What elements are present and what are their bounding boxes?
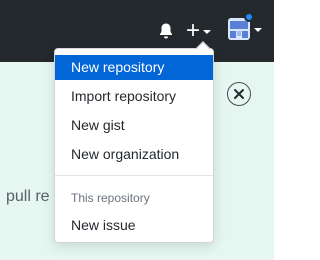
menu-divider [55,175,213,176]
menu-item-import-repository[interactable]: Import repository [55,84,213,109]
bell-icon[interactable] [156,20,176,42]
menu-item-new-gist[interactable]: New gist [55,113,213,138]
chevron-down-icon [254,28,262,32]
create-new-button[interactable]: + [186,17,212,44]
menu-item-new-organization[interactable]: New organization [55,142,213,167]
close-icon [234,89,244,99]
banner-text: pull re [6,188,50,205]
menu-item-new-issue[interactable]: New issue [55,213,213,238]
plus-icon: + [186,17,201,44]
menu-item-new-repository[interactable]: New repository [55,55,213,80]
notification-dot [244,12,254,22]
menu-section-header: This repository [71,191,150,205]
create-dropdown-menu: New repository Import repository New gis… [54,41,214,243]
close-button[interactable] [227,82,251,106]
chevron-down-icon [203,30,212,34]
